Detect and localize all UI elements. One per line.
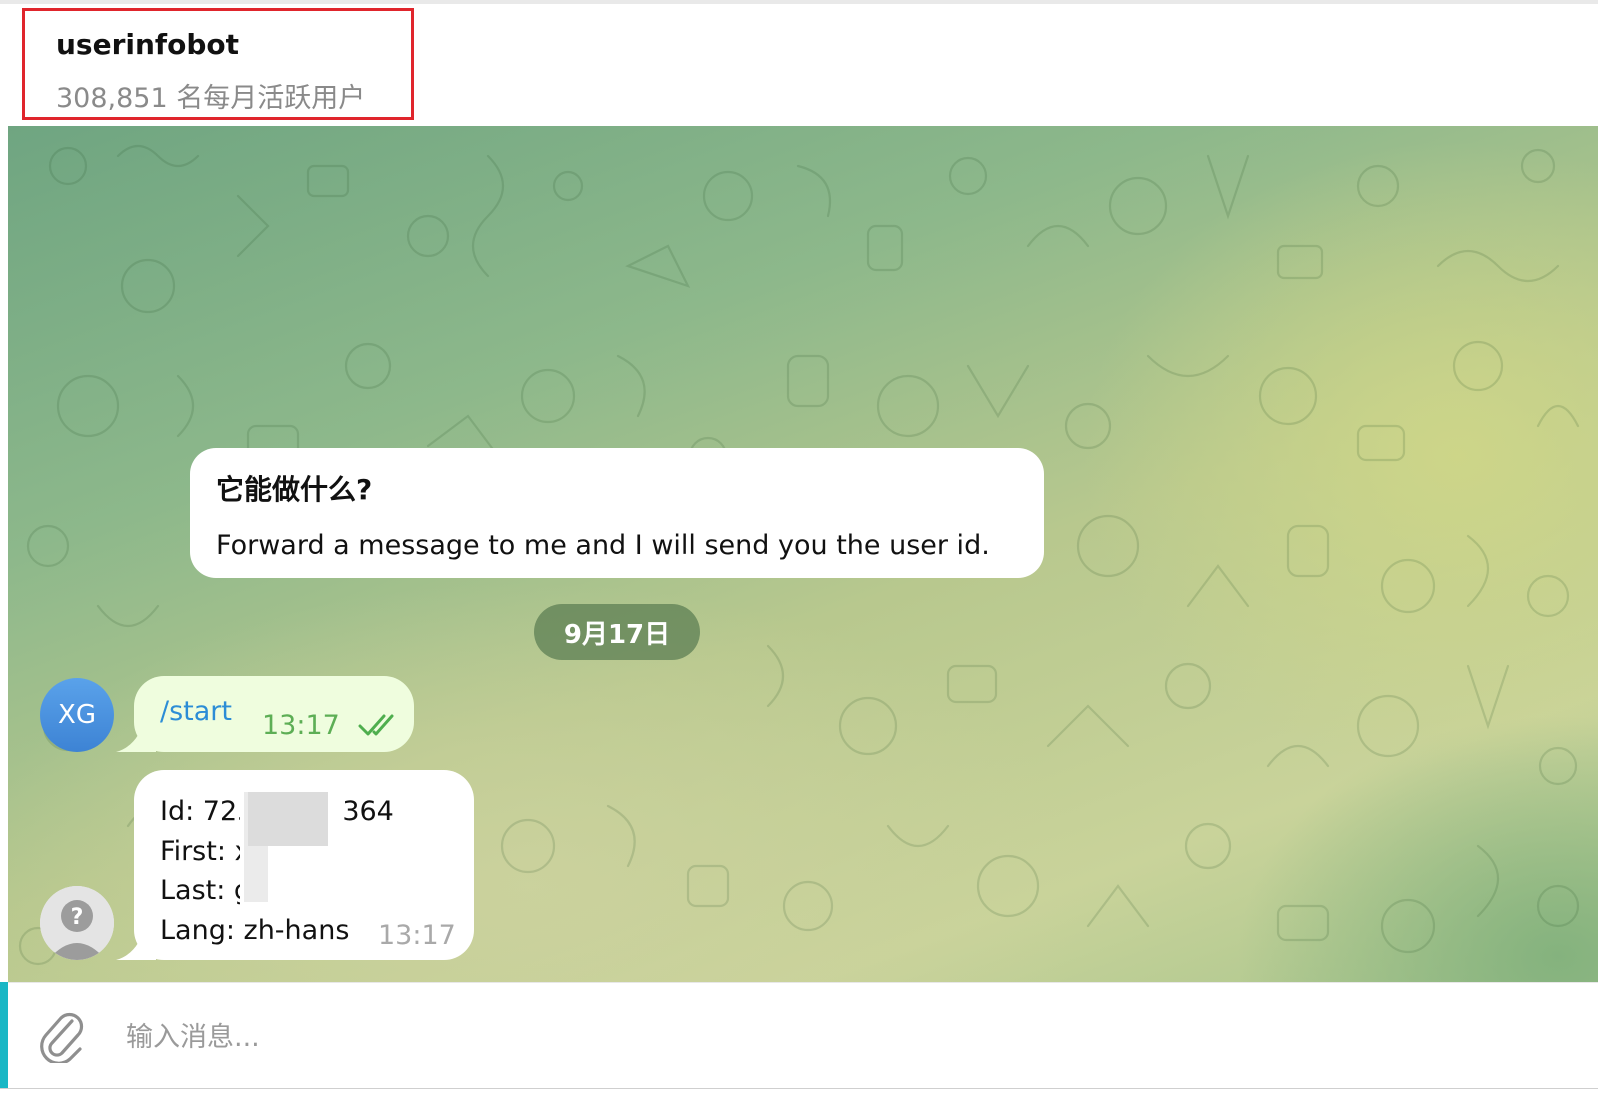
bot-intro-description: Forward a message to me and I will send … [216,530,990,561]
message-input[interactable] [124,1011,1528,1063]
svg-text:?: ? [71,905,84,930]
window-bottom-strip [0,1088,1598,1111]
outgoing-message-time: 13:17 [262,710,340,741]
chat-message-area[interactable]: 它能做什么? Forward a message to me and I wil… [8,126,1598,982]
outgoing-message[interactable]: /start 13:17 [134,676,414,752]
question-avatar-icon[interactable]: ? [40,886,114,960]
annotation-highlight-box [22,8,414,120]
outgoing-message-text[interactable]: /start [160,696,232,727]
paperclip-icon[interactable] [38,1007,86,1063]
double-check-icon [358,714,394,736]
bot-intro-title: 它能做什么? [216,473,373,506]
incoming-message[interactable]: Id: 725 364 First: x Last: g Lang: zh-han… [134,770,474,960]
incoming-message-time: 13:17 [378,920,456,951]
window-edge-accent [0,982,8,1088]
redaction-overlay-block [248,792,328,846]
message-composer[interactable] [8,982,1598,1089]
bot-intro-card: 它能做什么? Forward a message to me and I wil… [190,448,1044,578]
question-avatar-graphic: ? [40,886,114,960]
date-divider: 9月17日 [534,604,700,660]
user-id-suffix: 364 [342,796,394,827]
user-avatar[interactable]: XG [40,678,114,752]
